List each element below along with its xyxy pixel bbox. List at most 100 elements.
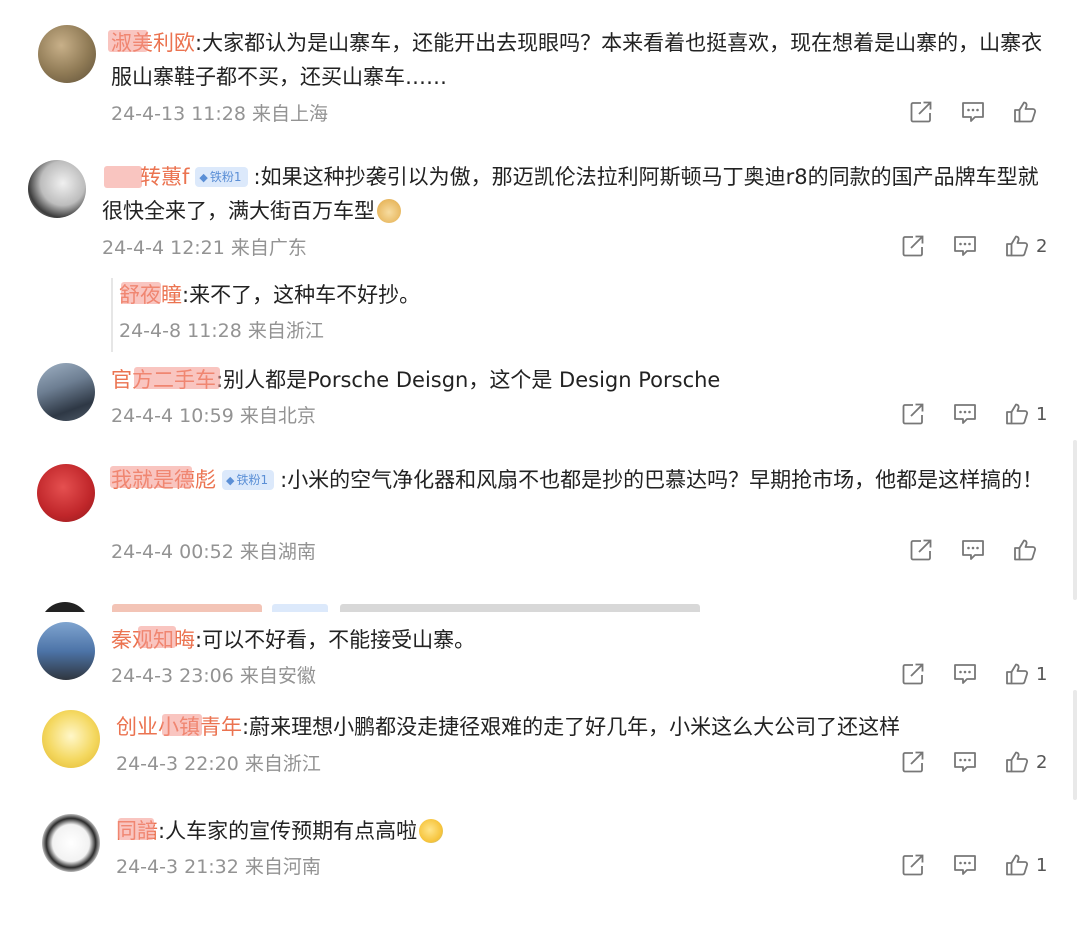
comment-meta: 24-4-3 22:20 来自浙江 (116, 751, 321, 777)
like-icon (1012, 537, 1038, 563)
laugh-cry-emoji-icon (419, 819, 444, 843)
comment-date: 24-4-8 11:28 (119, 320, 242, 342)
comment-item: 官方二手车:别人都是Porsche Deisgn，这个是 Design Pors… (0, 355, 1080, 450)
comment-icon (960, 99, 986, 125)
like-button[interactable] (1004, 749, 1034, 779)
like-button[interactable] (1004, 852, 1034, 882)
comment-date: 24-4-3 22:20 (116, 753, 239, 775)
like-icon (1012, 99, 1038, 125)
action-bar (908, 537, 1038, 567)
share-icon (900, 852, 926, 878)
comment-location: 来自浙江 (247, 320, 324, 342)
like-button[interactable] (1012, 537, 1042, 567)
fan-badge[interactable]: ◆ 铁粉1 (195, 167, 248, 187)
username-blur (104, 166, 142, 188)
share-icon (900, 401, 926, 427)
like-button[interactable] (1012, 99, 1042, 129)
comment-text: 蔚来理想小鹏都没走捷径艰难的走了好几年，小米这么大公司了还这样 (249, 715, 901, 739)
action-bar: 2 (900, 233, 1050, 263)
avatar[interactable] (37, 464, 95, 522)
fan-badge[interactable]: ◆ 铁粉1 (222, 470, 275, 490)
comment-body: 创业小镇青年:蔚来理想小鹏都没走捷径艰难的走了好几年，小米这么大公司了还这样 (116, 710, 1050, 744)
reply-button[interactable] (960, 537, 990, 567)
avatar[interactable] (37, 363, 95, 421)
reply-button[interactable] (952, 749, 982, 779)
share-button[interactable] (900, 401, 930, 431)
comment-icon (952, 233, 978, 259)
comment-icon (952, 852, 978, 878)
reply-button[interactable] (952, 852, 982, 882)
comment-date: 24-4-13 11:28 (111, 103, 246, 125)
username-blur (134, 367, 220, 389)
comment-date: 24-4-3 23:06 (111, 665, 234, 687)
avatar[interactable] (42, 814, 100, 872)
comment-body: 秦观知晦:可以不好看，不能接受山寨。 (111, 623, 1050, 657)
comment-location: 来自北京 (239, 405, 316, 427)
comment-meta: 24-4-3 21:32 来自河南 (116, 854, 321, 880)
like-count: 1 (1036, 664, 1048, 685)
like-count: 1 (1036, 855, 1048, 876)
action-bar: 2 (900, 749, 1050, 779)
share-button[interactable] (900, 233, 930, 263)
comment-icon (960, 537, 986, 563)
comment-icon (952, 749, 978, 775)
share-button[interactable] (900, 661, 930, 691)
comment-location: 来自湖南 (239, 541, 316, 563)
comment-date: 24-4-4 12:21 (102, 237, 225, 259)
comment-meta: 24-4-3 23:06 来自安徽 (111, 663, 316, 689)
comment-meta: 24-4-4 10:59 来自北京 (111, 403, 316, 429)
like-icon (1004, 233, 1030, 259)
comment-body: 同諳:人车家的宣传预期有点高啦 (116, 814, 1050, 848)
like-button[interactable] (1004, 661, 1034, 691)
comment-date: 24-4-4 00:52 (111, 541, 234, 563)
share-button[interactable] (900, 749, 930, 779)
like-count: 2 (1036, 236, 1048, 257)
avatar[interactable] (38, 25, 96, 83)
like-icon (1004, 852, 1030, 878)
avatar[interactable] (42, 710, 100, 768)
share-icon (900, 233, 926, 259)
share-button[interactable] (908, 537, 938, 567)
username-link[interactable]: 转蕙f (140, 165, 189, 189)
scrollbar[interactable] (1073, 440, 1077, 600)
username-blur (118, 818, 154, 840)
comment-body: 转蕙f ◆ 铁粉1:如果这种抄袭引以为傲，那迈凯伦法拉利阿斯顿马丁奥迪r8的同款的国… (102, 165, 1039, 223)
username-blur (121, 282, 161, 304)
comment-item: 淑美利欧:大家都认为是山寨车，还能开出去现眼吗？本来看着也挺喜欢，现在想着是山寨… (0, 0, 1080, 140)
comment-item: 秦观知晦:可以不好看，不能接受山寨。 24-4-3 23:06 来自安徽 1 (0, 612, 1080, 702)
share-icon (900, 661, 926, 687)
reply-button[interactable] (952, 401, 982, 431)
avatar[interactable] (37, 622, 95, 680)
comment-meta: 24-4-4 12:21 来自广东 (102, 235, 307, 261)
like-button[interactable] (1004, 401, 1034, 431)
comment-meta: 24-4-13 11:28 来自上海 (111, 101, 328, 127)
reply-button[interactable] (952, 233, 982, 263)
clipped-row-fragment (0, 598, 1080, 612)
share-button[interactable] (900, 852, 930, 882)
scrollbar[interactable] (1073, 690, 1077, 800)
comment-location: 来自广东 (230, 237, 307, 259)
comment-location: 来自河南 (244, 856, 321, 878)
avatar[interactable] (28, 160, 86, 218)
reply-button[interactable] (952, 661, 982, 691)
comment-icon (952, 401, 978, 427)
comment-date: 24-4-3 21:32 (116, 856, 239, 878)
reply-button[interactable] (960, 99, 990, 129)
comment-text: 大家都认为是山寨车，还能开出去现眼吗？本来看着也挺喜欢，现在想着是山寨的，山寨衣… (111, 31, 1043, 89)
comment-item: 我就是德彪◆铁粉1:小米的空气净化器和风扇不也都是抄的巴慕达吗？早期抢市场，他都… (0, 450, 1080, 590)
like-button[interactable] (1004, 233, 1034, 263)
username-blur (162, 714, 202, 736)
comment-list: 淑美利欧:大家都认为是山寨车，还能开出去现眼吗？本来看着也挺喜欢，现在想着是山寨… (0, 0, 1080, 932)
doge-emoji-icon (377, 199, 401, 223)
like-icon (1004, 661, 1030, 687)
comment-item: 同諳:人车家的宣传预期有点高啦 24-4-3 21:32 来自河南 1 (0, 802, 1080, 912)
username-blur (110, 466, 192, 488)
like-icon (1004, 401, 1030, 427)
comment-icon (952, 661, 978, 687)
diamond-icon: ◆ (199, 171, 208, 184)
share-button[interactable] (908, 99, 938, 129)
comment-body: 我就是德彪◆铁粉1:小米的空气净化器和风扇不也都是抄的巴慕达吗？早期抢市场，他都… (111, 463, 1050, 497)
comment-location: 来自安徽 (239, 665, 316, 687)
comment-location: 来自浙江 (244, 753, 321, 775)
share-icon (908, 537, 934, 563)
